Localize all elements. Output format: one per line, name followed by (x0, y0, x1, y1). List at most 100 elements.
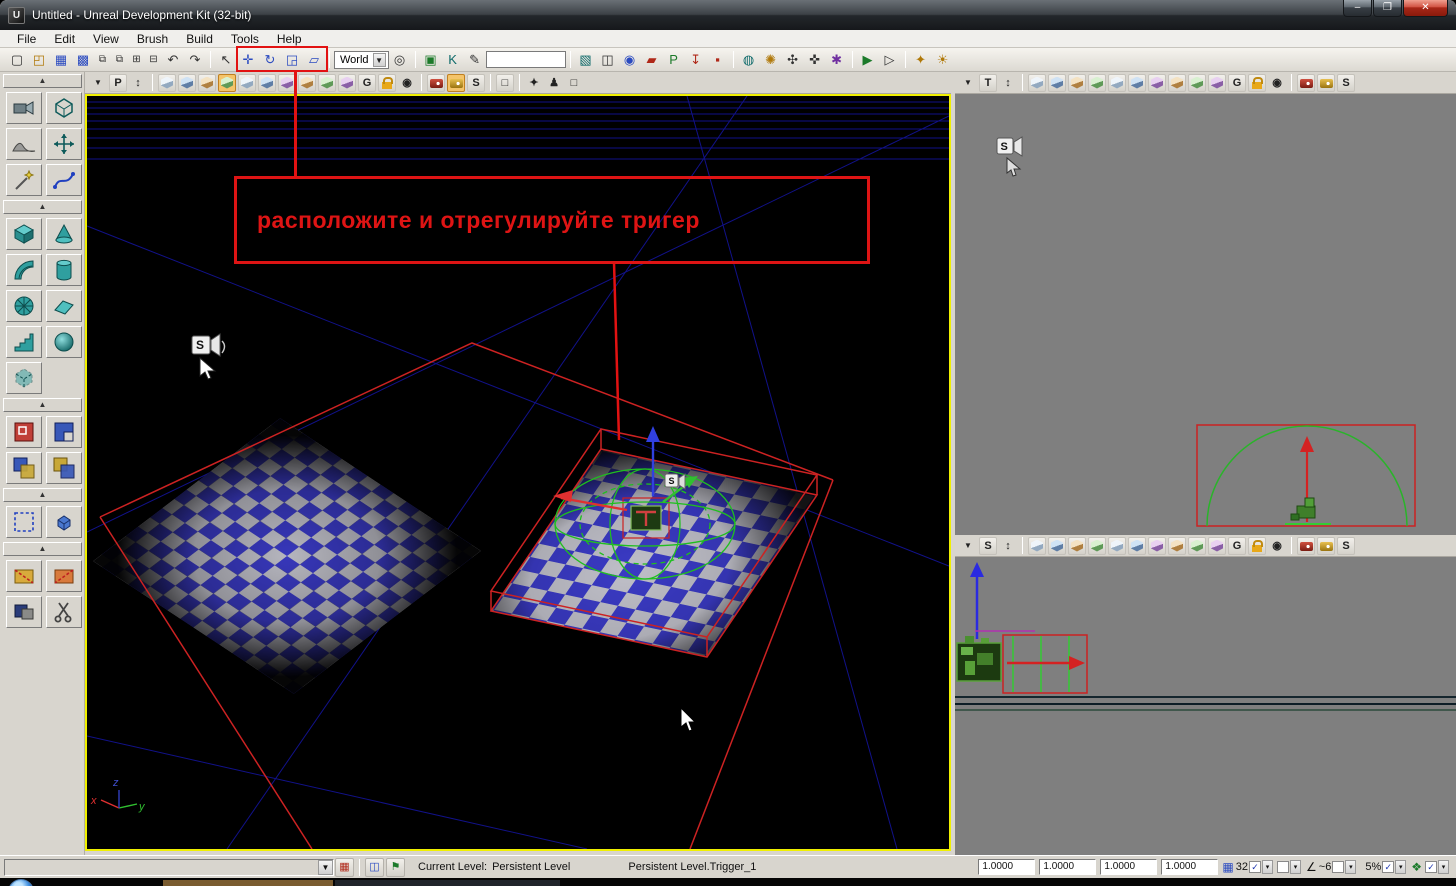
select-marquee-button[interactable] (6, 506, 42, 538)
viewmode-lightmapdensity-icon[interactable] (338, 74, 356, 92)
build-all-button[interactable]: ✱ (827, 50, 847, 70)
camera-fast-icon[interactable] (1317, 537, 1335, 555)
allow-sounds-button[interactable]: S (467, 74, 485, 92)
close-button[interactable]: ✕ (1403, 0, 1448, 17)
pen-cut-button[interactable] (46, 596, 82, 628)
cylinder-brush-button[interactable] (46, 254, 82, 286)
viewmode-lightmapdensity-icon[interactable] (1208, 537, 1226, 555)
palette-section-toggle[interactable]: ▲ (3, 488, 82, 502)
paste-alt-button[interactable]: ⊟ (146, 50, 161, 70)
frontend-button[interactable]: P (664, 50, 684, 70)
menu-help[interactable]: Help (268, 32, 311, 46)
viewmode-unlit-icon[interactable] (1068, 537, 1086, 555)
csg-intersect-button[interactable] (6, 452, 42, 484)
scale-nonuniform-tool-button[interactable]: ▱ (304, 50, 324, 70)
viewmode-lit-icon[interactable] (1088, 74, 1106, 92)
viewmode-brushwire-icon[interactable] (178, 74, 196, 92)
viewmode-detail-icon[interactable] (238, 74, 256, 92)
snap-checkbox[interactable] (1277, 861, 1289, 873)
script-editor-button[interactable]: ✎ (465, 50, 485, 70)
camera-fast-icon[interactable] (1317, 74, 1335, 92)
camera-mode-button[interactable] (6, 92, 42, 124)
curve-editor-button[interactable]: ◉ (620, 50, 640, 70)
search-input[interactable] (486, 51, 566, 68)
undo-button[interactable]: ↶ (163, 50, 183, 70)
maximize-viewport-icon[interactable]: ↕ (999, 74, 1017, 92)
viewmode-lightcomplexity-icon[interactable] (1148, 74, 1166, 92)
copy-button[interactable]: ⧉ (95, 50, 110, 70)
sheet-brush-button[interactable] (46, 290, 82, 322)
palette-section-toggle[interactable]: ▲ (3, 200, 82, 214)
square-brackets-icon[interactable]: □ (496, 74, 514, 92)
chevron-down-icon[interactable]: ▼ (373, 53, 386, 67)
build-lighting-button[interactable]: ✺ (761, 50, 781, 70)
maximize-button[interactable]: ❐ (1373, 0, 1402, 17)
player-start-icon[interactable]: ♟ (545, 74, 563, 92)
snap-spinner[interactable]: ▾ (1290, 860, 1301, 874)
allow-sounds-button[interactable]: S (1337, 537, 1355, 555)
viewmode-brushwire-icon[interactable] (1048, 74, 1066, 92)
fullscreen-button[interactable]: ▣ (421, 50, 441, 70)
viewmode-unlit-icon[interactable] (198, 74, 216, 92)
curved-stair-brush-button[interactable] (6, 254, 42, 286)
translate-tool-button[interactable]: ✛ (238, 50, 258, 70)
stamp-viewport-icon[interactable]: ✦ (525, 74, 543, 92)
viewmode-lightingonly-icon[interactable] (258, 74, 276, 92)
menu-file[interactable]: File (8, 32, 45, 46)
allow-sounds-button[interactable]: S (1337, 74, 1355, 92)
spline-mode-button[interactable] (46, 164, 82, 196)
cube-brush-button[interactable] (6, 218, 42, 250)
viewmode-texturedensity-icon[interactable] (298, 74, 316, 92)
viewmode-wireframe-icon[interactable] (1028, 537, 1046, 555)
camera-slow-icon[interactable] (1297, 74, 1315, 92)
open-file-button[interactable]: ◰ (29, 50, 49, 70)
drag-grid-scale-field[interactable]: 1.0000 (1161, 859, 1218, 875)
viewmode-unlit-icon[interactable] (1068, 74, 1086, 92)
realtime-spinner[interactable]: ▾ (1438, 860, 1449, 874)
palette-scroll-up[interactable]: ▲ (3, 74, 82, 88)
speaker-actor-small[interactable]: S (665, 474, 685, 489)
show-flags-eye-icon[interactable]: ◉ (398, 74, 416, 92)
csg-deintersect-button[interactable] (46, 452, 82, 484)
texture-align-button[interactable] (46, 128, 82, 160)
publish-button[interactable]: ↧ (686, 50, 706, 70)
side-mode-button[interactable]: S (979, 537, 997, 555)
perspective-viewport[interactable]: S S x y z (85, 94, 951, 851)
new-file-button[interactable]: ▢ (7, 50, 27, 70)
paste-button[interactable]: ⊞ (129, 50, 144, 70)
viewport-options-dropdown[interactable]: ▼ (89, 74, 107, 92)
top-viewport[interactable]: S (955, 94, 1456, 535)
menu-build[interactable]: Build (177, 32, 222, 46)
menu-brush[interactable]: Brush (128, 32, 177, 46)
split-poly-button[interactable] (6, 596, 42, 628)
content-browser-button[interactable]: ▧ (576, 50, 596, 70)
status-tool-button[interactable]: ◫ (365, 858, 384, 877)
maximize-viewport-icon[interactable]: ↕ (129, 74, 147, 92)
csg-subtract-button[interactable] (46, 416, 82, 448)
drag-grid-spinner[interactable]: ▾ (1262, 860, 1273, 874)
lock-viewport-icon[interactable] (378, 74, 396, 92)
taskbar-item[interactable] (163, 880, 333, 886)
viewmode-texturedensity-icon[interactable] (1168, 74, 1186, 92)
rotation-snap-spinner[interactable]: ▾ (1345, 860, 1356, 874)
kismet-button[interactable]: K (443, 50, 463, 70)
palette-section-toggle[interactable]: ▲ (3, 542, 82, 556)
emissive-button[interactable]: ☀ (933, 50, 953, 70)
viewmode-lightmapdensity-icon[interactable] (1208, 74, 1226, 92)
viewmode-lightcomplexity-icon[interactable] (1148, 537, 1166, 555)
side-viewport[interactable] (955, 557, 1456, 855)
terrain-mode-button[interactable] (6, 128, 42, 160)
game-view-button[interactable]: G (1228, 537, 1246, 555)
play-on-pc-button[interactable]: ▷ (880, 50, 900, 70)
search-actors-button[interactable]: ◎ (390, 50, 410, 70)
csg-add-button[interactable] (6, 416, 42, 448)
show-flags-eye-icon[interactable]: ◉ (1268, 74, 1286, 92)
transform-widget-button[interactable] (46, 506, 82, 538)
realtime-preview-icon[interactable]: ❖ (1411, 860, 1422, 874)
viewmode-lightingonly-icon[interactable] (1128, 537, 1146, 555)
menu-tools[interactable]: Tools (222, 32, 268, 46)
sphere-brush-button[interactable] (46, 326, 82, 358)
viewmode-shadercomplexity-icon[interactable] (1188, 537, 1206, 555)
speaker-actor-main[interactable]: S (192, 334, 225, 379)
brush-clip-button[interactable] (6, 560, 42, 592)
